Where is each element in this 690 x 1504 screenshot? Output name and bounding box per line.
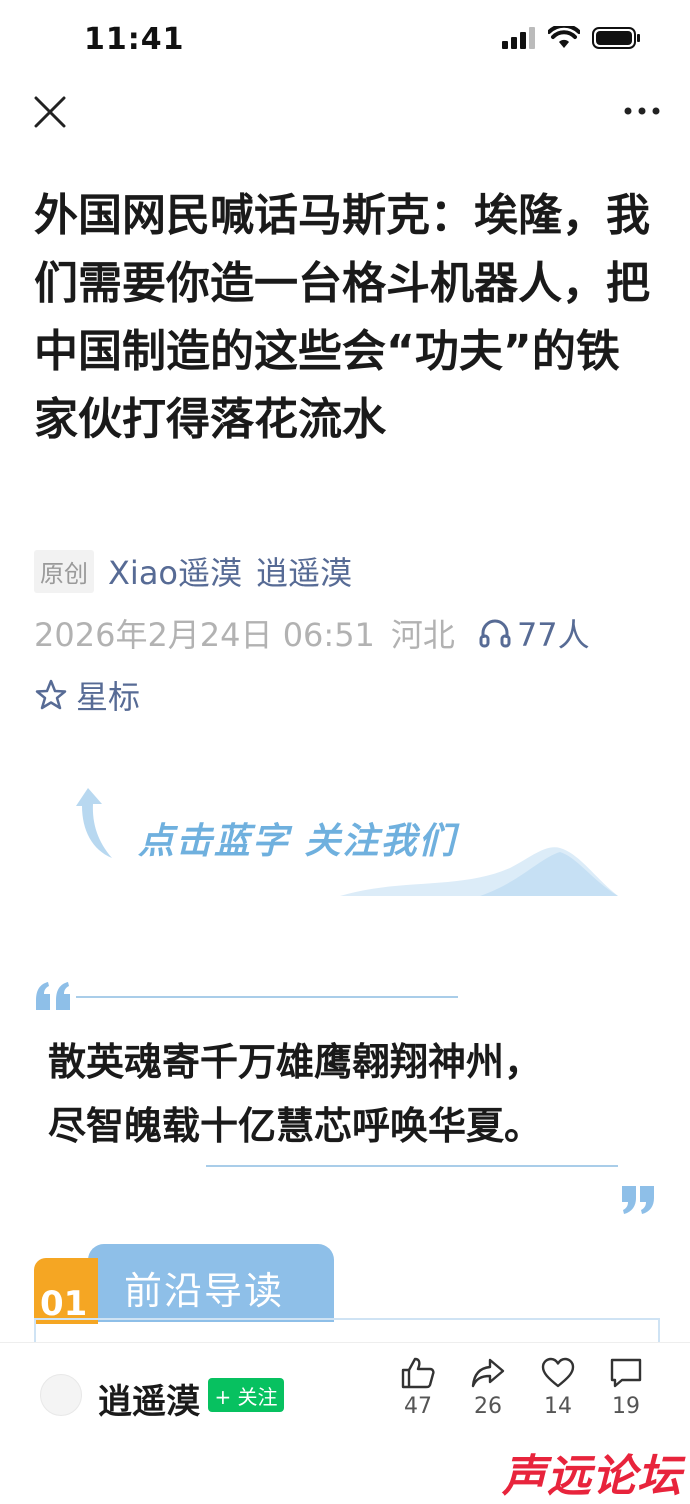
quote-underline <box>206 1165 618 1167</box>
star-label: 星标 <box>76 678 141 716</box>
share-count: 26 <box>474 1394 502 1419</box>
follow-arrow-icon <box>76 788 112 858</box>
site-watermark: 声远论坛 <box>502 1451 682 1502</box>
favorite-button[interactable]: 14 <box>528 1356 588 1419</box>
listen-count-text: 77人 <box>516 616 590 654</box>
more-options-icon[interactable] <box>622 96 662 126</box>
author-row: 原创 Xiao遥漠 逍遥漠 <box>34 548 352 594</box>
comment-icon <box>610 1358 642 1388</box>
quote-line-2: 尽智魄载十亿慧芯呼唤华夏。 <box>48 1104 543 1148</box>
headphones-icon <box>479 619 511 648</box>
article-title: 外国网民喊话马斯克：埃隆，我们需要你造一台格斗机器人，把中国制造的这些会“功夫”… <box>34 190 650 445</box>
status-time: 11:41 <box>84 22 185 57</box>
close-quote-icon <box>622 1186 654 1214</box>
like-button[interactable]: 47 <box>388 1356 448 1419</box>
battery-icon <box>592 27 640 49</box>
wifi-icon <box>548 26 580 48</box>
publish-date: 2026年2月24日 06:51 <box>34 616 375 654</box>
follow-banner-text[interactable]: 点击蓝字 关注我们 <box>138 812 457 864</box>
comment-button[interactable]: 19 <box>596 1356 656 1419</box>
cellular-signal-icon <box>502 27 535 49</box>
heart-icon <box>541 1357 575 1388</box>
publish-location: 河北 <box>390 616 455 654</box>
share-button[interactable]: 26 <box>458 1356 518 1419</box>
star-button[interactable]: 星标 <box>34 672 140 718</box>
listen-count[interactable]: 77人 <box>479 610 590 656</box>
quote-text: 散英魂寄千万雄鹰翱翔神州， 尽智魄载十亿慧芯呼唤华夏。 <box>48 1030 648 1158</box>
close-icon[interactable] <box>30 92 70 132</box>
thumbs-up-icon <box>401 1357 435 1389</box>
status-icons <box>502 26 642 50</box>
original-badge: 原创 <box>34 549 94 593</box>
star-icon <box>35 679 67 710</box>
share-arrow-icon <box>471 1358 505 1388</box>
open-quote-icon <box>36 982 458 1010</box>
comment-count: 19 <box>612 1394 640 1419</box>
account-link[interactable]: 逍遥漠 <box>256 548 352 594</box>
follow-button[interactable]: + 关注 <box>208 1378 284 1412</box>
author-link[interactable]: Xiao遥漠 <box>108 548 242 594</box>
like-count: 47 <box>404 1394 432 1419</box>
account-avatar[interactable] <box>40 1374 82 1416</box>
favorite-count: 14 <box>544 1394 572 1419</box>
publish-info: 2026年2月24日 06:51 河北 77人 <box>34 610 590 656</box>
bottom-account-name[interactable]: 逍遥漠 <box>98 1374 200 1423</box>
section-title: 前沿导读 <box>124 1269 285 1313</box>
quote-line-1: 散英魂寄千万雄鹰翱翔神州， <box>48 1040 543 1084</box>
